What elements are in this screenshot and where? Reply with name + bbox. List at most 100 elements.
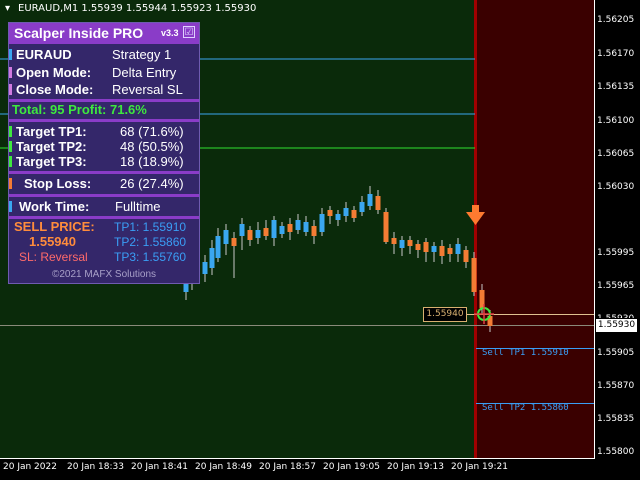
work-time-label: Work Time:: [19, 199, 90, 214]
tp3-value: 18 (18.9%): [120, 154, 184, 169]
tp2-value: 48 (50.5%): [120, 139, 184, 154]
candle-body: [327, 210, 333, 216]
candle-body: [335, 214, 341, 220]
panel-row-symbol: EURAUD Strategy 1: [9, 47, 199, 62]
price-tick: 1.56065: [597, 149, 635, 159]
price-tick: 1.55800: [597, 447, 635, 457]
total-profit: Total: 95 Profit: 71.6%: [12, 102, 147, 117]
tp2-label: Target TP2:: [16, 139, 87, 154]
chart-menu-icon[interactable]: ▾: [5, 3, 10, 14]
candle-body: [263, 228, 269, 236]
price-tick: 1.55870: [597, 381, 635, 391]
panel-checkbox-icon[interactable]: ☑: [183, 26, 195, 38]
panel-row-stop-loss: Stop Loss: 26 (27.4%): [9, 176, 199, 191]
close-mode-value: Reversal SL: [112, 82, 183, 97]
price-tick: 1.56170: [597, 49, 635, 59]
sell-tp1: TP1: 1.55910: [114, 220, 187, 234]
candle-body: [367, 194, 373, 206]
time-tick: 20 Jan 18:49: [195, 462, 252, 472]
price-tick: 1.56135: [597, 82, 635, 92]
price-tick: 1.55965: [597, 281, 635, 291]
panel-row-work-time: Work Time: Fulltime: [9, 199, 199, 214]
scalper-panel[interactable]: Scalper Inside PRO v3.3 ☑ EURAUD Strateg…: [8, 22, 200, 284]
candle-body: [471, 258, 477, 292]
time-tick: 20 Jan 18:57: [259, 462, 316, 472]
candle-body: [399, 240, 405, 248]
candle-body: [407, 240, 413, 246]
open-mode-label: Open Mode:: [16, 65, 92, 80]
candle-body: [431, 246, 437, 252]
candle-body: [351, 210, 357, 218]
candle-body: [319, 214, 325, 232]
candle-body: [447, 248, 453, 254]
symbol-quote: EURAUD,M1 1.55939 1.55944 1.55923 1.5593…: [18, 3, 257, 14]
candle-body: [295, 220, 301, 230]
panel-row-tp2: Target TP2: 48 (50.5%): [9, 139, 199, 154]
symbol-name: EURAUD: [16, 47, 72, 62]
candle-body: [279, 226, 285, 234]
sell-price-label: SELL PRICE:: [14, 219, 95, 234]
work-time-value: Fulltime: [115, 199, 161, 214]
stop-loss-label: Stop Loss:: [24, 176, 92, 191]
price-tick: 1.55905: [597, 348, 635, 358]
tp1-value: 68 (71.6%): [120, 124, 184, 139]
panel-separator: [9, 171, 199, 174]
sell-price-value: 1.55940: [29, 234, 76, 249]
candle-body: [455, 244, 461, 254]
stop-loss-value: 26 (27.4%): [120, 176, 184, 191]
sell-sl-value: SL: Reversal: [19, 250, 88, 264]
tp1-label: Target TP1:: [16, 124, 87, 139]
sell-zone: [476, 0, 594, 458]
candle-body: [202, 262, 208, 274]
candle-body: [271, 220, 277, 238]
candle-body: [359, 202, 365, 212]
candle-body: [255, 230, 261, 238]
candle-body: [423, 242, 429, 252]
candle-body: [391, 238, 397, 244]
candle-body: [383, 212, 389, 242]
candle-body: [209, 248, 215, 268]
candle-body: [223, 230, 229, 244]
candle-body: [215, 236, 221, 258]
chart-title: ▾ EURAUD,M1 1.55939 1.55944 1.55923 1.55…: [5, 3, 257, 14]
current-price-label: 1.55930: [595, 318, 638, 333]
sell-tp3: TP3: 1.55760: [114, 250, 187, 264]
panel-title: Scalper Inside PRO: [14, 25, 144, 41]
close-mode-label: Close Mode:: [16, 82, 94, 97]
entry-price-label: 1.55940: [423, 307, 467, 322]
open-mode-value: Delta Entry: [112, 65, 177, 80]
candle-body: [343, 208, 349, 216]
candle-body: [463, 250, 469, 262]
candle-body: [311, 226, 317, 236]
candle-body: [231, 238, 237, 246]
tp3-label: Target TP3:: [16, 154, 87, 169]
sell-tp1-label: Sell TP1 1.55910: [482, 348, 569, 358]
candle-body: [287, 224, 293, 232]
time-tick: 20 Jan 18:41: [131, 462, 188, 472]
panel-separator: [9, 194, 199, 197]
panel-separator: [9, 119, 199, 122]
candle-body: [375, 196, 381, 210]
panel-row-tp1: Target TP1: 68 (71.6%): [9, 124, 199, 139]
sell-tp2-label: Sell TP2 1.55860: [482, 403, 569, 413]
sell-tp2: TP2: 1.55860: [114, 235, 187, 249]
candle-body: [439, 246, 445, 256]
candle-body: [415, 244, 421, 250]
panel-row-open-mode: Open Mode: Delta Entry: [9, 65, 199, 80]
price-tick: 1.56100: [597, 116, 635, 126]
strategy-value: Strategy 1: [112, 47, 172, 62]
time-tick: 20 Jan 19:21: [451, 462, 508, 472]
price-tick: 1.56205: [597, 15, 635, 25]
time-tick: 20 Jan 2022: [3, 462, 57, 472]
price-tick: 1.56030: [597, 182, 635, 192]
panel-header[interactable]: Scalper Inside PRO v3.3 ☑: [9, 23, 199, 44]
price-tick: 1.55835: [597, 414, 635, 424]
candle-body: [247, 230, 253, 240]
time-tick: 20 Jan 18:33: [67, 462, 124, 472]
price-tick: 1.55995: [597, 248, 635, 258]
time-tick: 20 Jan 19:05: [323, 462, 380, 472]
panel-row-close-mode: Close Mode: Reversal SL: [9, 82, 199, 97]
candle-body: [303, 222, 309, 232]
copyright: ©2021 MAFX Solutions: [51, 269, 157, 280]
panel-row-tp3: Target TP3: 18 (18.9%): [9, 154, 199, 169]
